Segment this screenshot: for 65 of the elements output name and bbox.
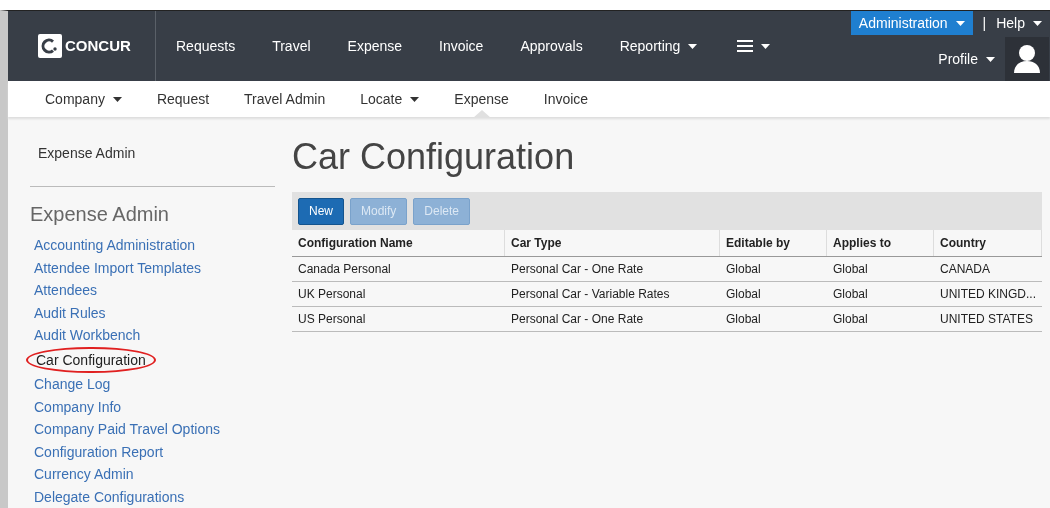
column-header[interactable]: Car Type xyxy=(505,230,720,256)
nav-link[interactable]: Travel xyxy=(272,35,311,57)
table-cell-text: Global xyxy=(832,261,869,278)
caret-icon xyxy=(955,20,965,26)
sidebar-link[interactable]: Audit Workbench xyxy=(26,324,149,347)
sidebar-link[interactable]: Company Info xyxy=(26,395,130,418)
table-cell-text: Canada Personal xyxy=(297,261,392,278)
column-header[interactable]: Configuration Name xyxy=(292,230,505,256)
sidebar-link[interactable]: Delegate Configurations xyxy=(26,485,193,508)
help-menu[interactable]: Help xyxy=(996,12,1050,34)
breadcrumb-text: Expense Admin xyxy=(37,144,137,163)
sub-nav-link[interactable]: Travel Admin xyxy=(244,81,326,117)
logo-icon xyxy=(38,34,62,58)
sidebar-link[interactable]: Attendee Import Templates xyxy=(26,256,210,279)
sidebar-link[interactable]: Accounting Administration xyxy=(26,234,204,257)
toolbar-button[interactable]: New xyxy=(298,197,344,225)
sidebar-heading: Expense Admin xyxy=(30,202,170,227)
selected-pointer-icon xyxy=(472,110,491,118)
caret-icon xyxy=(986,56,995,62)
nav-link[interactable]: Expense xyxy=(347,35,403,57)
table-cell-text: Personal Car - One Rate xyxy=(510,311,645,328)
sidebar-link[interactable]: Company Paid Travel Options xyxy=(26,418,228,441)
table-cell-text: UNITED KINGD... xyxy=(939,286,1037,303)
sidebar-link[interactable]: Configuration Report xyxy=(26,440,172,463)
table-cell-text: Global xyxy=(725,261,762,278)
table-cell-text: CANADA xyxy=(939,261,991,278)
table-cell-text: Global xyxy=(725,311,762,328)
separator-text: | xyxy=(981,13,988,33)
table-cell-text: UNITED STATES xyxy=(939,311,1034,328)
table-cell-text: Global xyxy=(832,311,869,328)
menu-button[interactable] xyxy=(737,40,771,52)
nav-link[interactable]: Reporting xyxy=(619,35,698,57)
nav-link[interactable]: Requests xyxy=(176,35,236,57)
caret-icon xyxy=(112,96,122,102)
administration-menu[interactable]: Administration xyxy=(850,11,973,35)
caret-icon xyxy=(761,43,771,49)
sidebar-link[interactable]: Change Log xyxy=(26,373,119,396)
nav-link[interactable]: Invoice xyxy=(439,35,484,57)
profile-menu[interactable]: Profile xyxy=(938,48,995,70)
column-header[interactable]: Country xyxy=(934,230,1042,256)
table-cell-text: Personal Car - Variable Rates xyxy=(510,286,671,303)
caret-icon xyxy=(1033,20,1042,26)
sidebar-link[interactable]: Car Configuration xyxy=(26,346,156,373)
sub-nav-link[interactable]: Expense xyxy=(454,81,509,117)
column-header[interactable]: Editable by xyxy=(720,230,827,256)
table-cell-text: Global xyxy=(832,286,869,303)
nav-link[interactable]: Approvals xyxy=(520,35,583,57)
logo-text: CONCUR xyxy=(65,35,131,56)
sub-nav-link[interactable]: Locate xyxy=(360,81,420,117)
avatar-icon[interactable] xyxy=(1005,37,1049,81)
sub-nav-link[interactable]: Request xyxy=(156,81,210,117)
page-title: Car Configuration xyxy=(292,137,576,177)
table-cell-text: UK Personal xyxy=(297,286,367,303)
sub-nav-link[interactable]: Company xyxy=(45,81,122,117)
sidebar-link[interactable]: Audit Rules xyxy=(26,301,114,324)
menu-icon xyxy=(737,40,754,52)
table-cell-text: Global xyxy=(725,286,762,303)
table-cell-text: Personal Car - One Rate xyxy=(510,261,645,278)
table-cell-text: US Personal xyxy=(297,311,367,328)
sidebar-link[interactable]: Attendees xyxy=(26,279,106,302)
caret-icon xyxy=(410,96,420,102)
caret-icon xyxy=(688,43,698,49)
column-header[interactable]: Applies to xyxy=(827,230,934,256)
sidebar-link[interactable]: Currency Admin xyxy=(26,463,142,486)
sub-nav-link[interactable]: Invoice xyxy=(543,81,589,117)
